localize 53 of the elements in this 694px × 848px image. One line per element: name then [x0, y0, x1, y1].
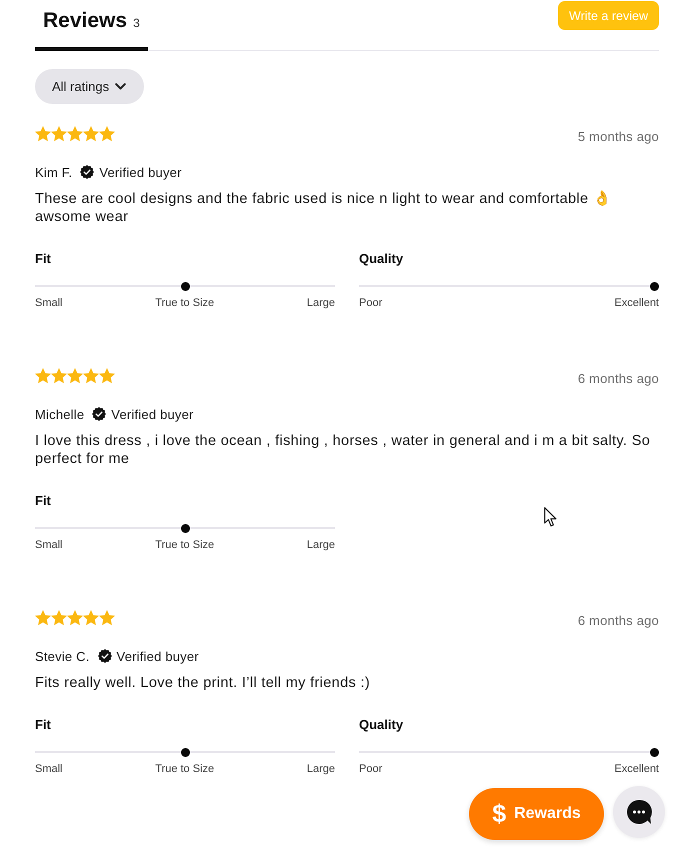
scale-title: Quality: [359, 717, 404, 733]
review-date: 6 months ago: [578, 612, 659, 628]
star-icon: [99, 126, 115, 142]
scale-label: True to Size: [155, 297, 214, 310]
mouse-pointer-icon: [544, 507, 557, 527]
review-date: 6 months ago: [578, 370, 659, 386]
scale-label: Poor: [359, 297, 382, 310]
star-icon: [35, 610, 51, 626]
ratings-filter-dropdown[interactable]: All ratings: [35, 69, 144, 104]
star-icon: [51, 610, 67, 626]
chevron-down-icon: [115, 83, 126, 90]
scale-label: Large: [306, 763, 335, 776]
scale-label: True to Size: [155, 539, 214, 552]
star-icon: [83, 368, 99, 384]
scale-label: Small: [35, 297, 63, 310]
scale-title: Fit: [35, 717, 52, 733]
star-icon: [51, 368, 67, 384]
scale-label: Small: [35, 763, 63, 776]
scale-label: Large: [306, 539, 335, 552]
scale-label: Small: [35, 539, 63, 552]
star-icon: [83, 126, 99, 142]
star-icon: [99, 368, 115, 384]
reviewer-name: Stevie C.: [35, 648, 90, 664]
scale-label: True to Size: [155, 763, 214, 776]
star-icon: [67, 610, 83, 626]
review-count: 3: [133, 16, 140, 30]
star-icon: [51, 126, 67, 142]
scale-title: Quality: [359, 251, 404, 267]
star-icon: [99, 610, 115, 626]
review-text: I love this dress , i love the ocean , fishing , horses , water in general and i m a bit salty. So perfect for me: [35, 432, 652, 468]
verified-buyer-label: Verified buyer: [111, 406, 194, 422]
star-icon: [83, 610, 99, 626]
scale-label: Excellent: [614, 763, 659, 776]
review-date: 5 months ago: [578, 128, 659, 144]
dollar-icon: $: [492, 802, 506, 826]
scale-label: Excellent: [614, 297, 659, 310]
reviewer-name: Kim F.: [35, 164, 72, 180]
star-icon: [67, 368, 83, 384]
chat-button[interactable]: [613, 786, 665, 838]
review-text: These are cool designs and the fabric used is nice n light to wear and comfortable 👌 awsome wear: [35, 190, 612, 226]
chat-bubble-icon: [626, 799, 652, 825]
reviews-tab[interactable]: Reviews 3: [35, 0, 148, 51]
star-icon: [35, 368, 51, 384]
scale-title: Fit: [35, 251, 52, 267]
verified-buyer-label: Verified buyer: [99, 164, 182, 180]
scale-label: Large: [306, 297, 335, 310]
scale-label: Poor: [359, 763, 382, 776]
reviewer-name: Michelle: [35, 406, 84, 422]
scale-title: Fit: [35, 493, 52, 509]
verified-buyer-label: Verified buyer: [116, 648, 199, 664]
review-text: Fits really well. Love the print. I’ll tell my friends :): [35, 674, 372, 692]
star-icon: [35, 126, 51, 142]
star-icon: [67, 126, 83, 142]
